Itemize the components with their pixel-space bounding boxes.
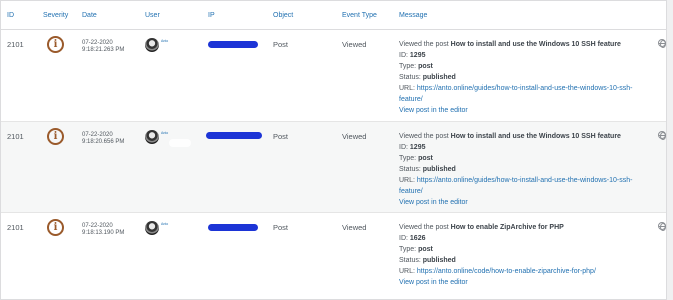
status-label: Status:: [399, 166, 421, 173]
globe-icon[interactable]: [658, 131, 666, 140]
ip-redacted: [208, 41, 258, 48]
event-type: Viewed: [342, 132, 367, 141]
id-value: 1295: [409, 52, 426, 59]
column-header-id[interactable]: ID: [7, 12, 14, 19]
view-in-editor-link[interactable]: View post in the editor: [399, 199, 468, 206]
column-header-severity[interactable]: Severity: [43, 12, 68, 19]
avatar[interactable]: [145, 130, 159, 144]
event-object: Post: [273, 132, 289, 141]
event-type: Viewed: [342, 40, 367, 49]
column-header-ip[interactable]: IP: [208, 12, 215, 19]
event-date: 07-22-2020: [82, 40, 113, 46]
event-message: Viewed the post How to install and use t…: [399, 39, 632, 116]
message-intro: Viewed the post: [399, 224, 449, 231]
message-intro: Viewed the post: [399, 133, 449, 140]
event-date: 07-22-2020: [82, 223, 113, 229]
info-icon: i: [47, 36, 64, 53]
type-value: post: [418, 246, 433, 253]
view-in-editor-link[interactable]: View post in the editor: [399, 107, 468, 114]
event-time: 9:18:21.263 PM: [82, 47, 125, 53]
event-date: 07-22-2020: [82, 132, 113, 138]
event-datetime: 07-22-2020 9:18:13.190 PM: [82, 223, 124, 237]
globe-icon[interactable]: [658, 39, 666, 48]
event-type: Viewed: [342, 223, 367, 232]
url-link[interactable]: https://anto.online/code/how-to-enable-z…: [417, 268, 596, 275]
activity-log-table: ID Severity Date User IP Object Event Ty…: [0, 0, 667, 300]
post-title: How to install and use the Windows 10 SS…: [450, 133, 621, 140]
type-label: Type:: [399, 155, 417, 162]
url-link[interactable]: https://anto.online/guides/how-to-instal…: [417, 177, 633, 184]
column-header-user[interactable]: User: [145, 12, 160, 19]
user-name[interactable]: Anto: [161, 39, 168, 43]
user-name[interactable]: Anto: [161, 222, 168, 226]
column-header-object[interactable]: Object: [273, 12, 293, 19]
event-message: Viewed the post How to install and use t…: [399, 131, 632, 208]
status-value: published: [422, 257, 456, 264]
status-value: published: [422, 74, 456, 81]
status-label: Status:: [399, 257, 421, 264]
event-time: 9:18:20.656 PM: [82, 139, 125, 145]
url-label: URL:: [399, 85, 415, 92]
avatar[interactable]: [145, 38, 159, 52]
id-value: 1295: [409, 144, 426, 151]
post-title: How to enable ZipArchive for PHP: [450, 224, 564, 231]
url-link-continued[interactable]: feature/: [399, 188, 423, 195]
info-icon: i: [47, 128, 64, 145]
type-label: Type:: [399, 63, 417, 70]
column-header-date[interactable]: Date: [82, 12, 97, 19]
info-icon: i: [47, 219, 64, 236]
event-datetime: 07-22-2020 9:18:21.263 PM: [82, 40, 124, 54]
table-header: ID Severity Date User IP Object Event Ty…: [1, 1, 666, 30]
type-label: Type:: [399, 246, 417, 253]
ip-redacted: [208, 224, 258, 231]
type-value: post: [418, 63, 433, 70]
table-row: 2101 i 07-22-2020 9:18:21.263 PM Anto Pos…: [1, 30, 666, 122]
event-message: Viewed the post How to enable ZipArchive…: [399, 222, 596, 288]
column-header-event-type[interactable]: Event Type: [342, 12, 377, 19]
post-title: How to install and use the Windows 10 SS…: [450, 41, 621, 48]
ip-redacted: [206, 132, 262, 139]
message-intro: Viewed the post: [399, 41, 449, 48]
event-datetime: 07-22-2020 9:18:20.656 PM: [82, 132, 124, 146]
event-object: Post: [273, 40, 289, 49]
table-row: 2101 i 07-22-2020 9:18:20.656 PM Anto Pos…: [1, 122, 666, 213]
event-id: 2101: [7, 132, 24, 141]
id-value: 1626: [409, 235, 426, 242]
avatar[interactable]: [145, 221, 159, 235]
status-value: published: [422, 166, 456, 173]
url-link[interactable]: https://anto.online/guides/how-to-instal…: [417, 85, 633, 92]
event-object: Post: [273, 223, 289, 232]
globe-icon[interactable]: [658, 222, 666, 231]
event-id: 2101: [7, 40, 24, 49]
id-label: ID:: [399, 52, 408, 59]
url-label: URL:: [399, 177, 415, 184]
id-label: ID:: [399, 144, 408, 151]
type-value: post: [418, 155, 433, 162]
url-link-continued[interactable]: feature/: [399, 96, 423, 103]
user-name[interactable]: Anto: [161, 131, 168, 135]
table-row: 2101 i 07-22-2020 9:18:13.190 PM Anto Pos…: [1, 213, 666, 299]
column-header-message: Message: [399, 12, 428, 19]
event-time: 9:18:13.190 PM: [82, 230, 125, 236]
id-label: ID:: [399, 235, 408, 242]
url-label: URL:: [399, 268, 415, 275]
view-in-editor-link[interactable]: View post in the editor: [399, 279, 468, 286]
redaction-blur: [169, 139, 191, 147]
status-label: Status:: [399, 74, 421, 81]
event-id: 2101: [7, 223, 24, 232]
